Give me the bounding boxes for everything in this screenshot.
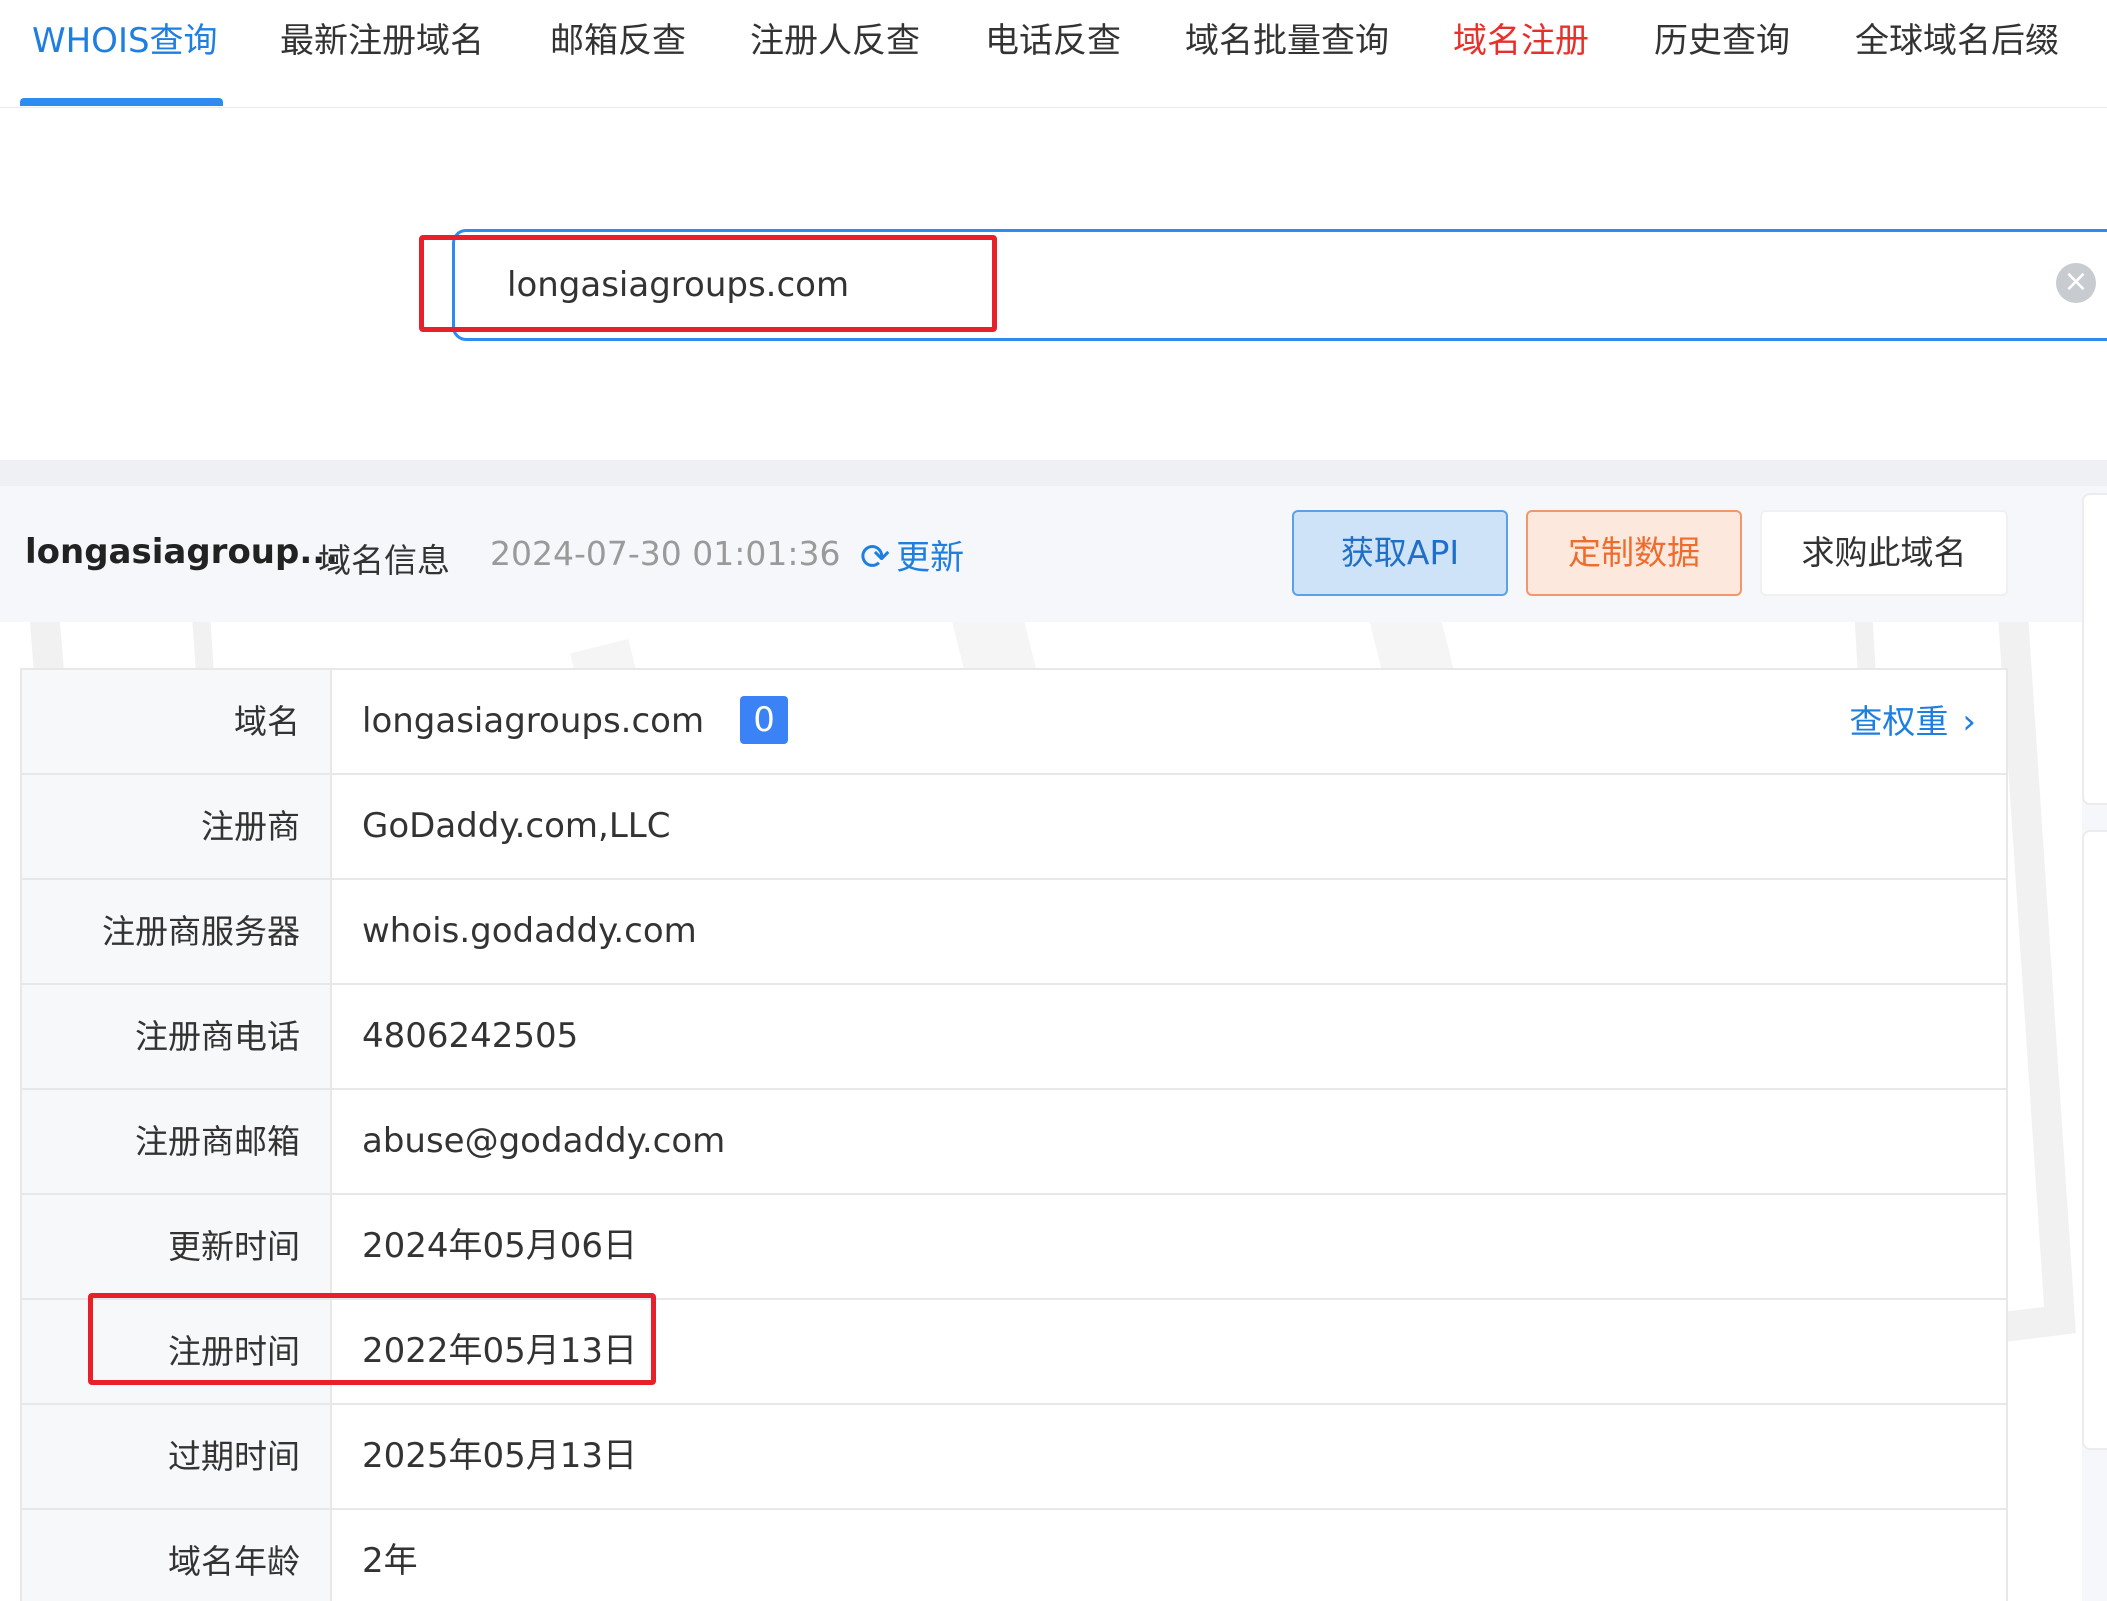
nav-tab-phone-lookup[interactable]: 电话反查 <box>985 10 1121 72</box>
table-row: 注册商电话 4806242505 <box>22 985 2006 1090</box>
row-value: 2022年05月13日 <box>362 1331 638 1371</box>
row-label: 更新时间 <box>22 1195 332 1298</box>
page: WHOIS查询 最新注册域名 邮箱反查 注册人反查 电话反查 域名批量查询 域名… <box>0 0 2107 1601</box>
row-label: 注册商服务器 <box>22 880 332 983</box>
domain-value: longasiagroups.com <box>362 701 705 741</box>
row-value: 4806242505 <box>362 1016 579 1056</box>
row-label: 域名 <box>22 670 332 773</box>
nav-tab-history[interactable]: 历史查询 <box>1654 10 1790 72</box>
table-row: 域名年龄 2年 <box>22 1510 2006 1601</box>
row-value: abuse@godaddy.com <box>362 1121 726 1161</box>
search-input[interactable] <box>507 232 1907 338</box>
buy-domain-button[interactable]: 求购此域名 <box>1760 510 2008 596</box>
top-nav: WHOIS查询 最新注册域名 邮箱反查 注册人反查 电话反查 域名批量查询 域名… <box>0 0 2107 108</box>
check-weight-label: 查权重 <box>1849 702 1949 741</box>
row-label: 注册商邮箱 <box>22 1090 332 1193</box>
search-box[interactable] <box>452 229 2107 341</box>
table-row: 域名 longasiagroups.com 0 查权重 › <box>22 670 2006 775</box>
active-tab-indicator <box>20 98 223 106</box>
row-value: 2024年05月06日 <box>362 1226 638 1266</box>
table-row: 注册商邮箱 abuse@godaddy.com <box>22 1090 2006 1195</box>
section-label: 域名信息 <box>318 541 450 580</box>
row-label: 注册时间 <box>22 1300 332 1403</box>
domain-title: longasiagroup... <box>25 532 339 572</box>
chevron-right-icon: › <box>1962 702 1976 742</box>
refresh-icon: ⟳ <box>860 537 891 578</box>
whois-table: 域名 longasiagroups.com 0 查权重 › 注册商 GoDaddy.… <box>20 668 2008 1601</box>
table-row: 更新时间 2024年05月06日 <box>22 1195 2006 1300</box>
row-value: GoDaddy.com,LLC <box>362 806 671 846</box>
weight-badge[interactable]: 0 <box>740 695 789 744</box>
row-value: 2年 <box>362 1541 418 1581</box>
nav-tab-latest-domains[interactable]: 最新注册域名 <box>280 10 484 72</box>
close-circle-icon[interactable]: × <box>2056 263 2096 303</box>
row-label: 注册商电话 <box>22 985 332 1088</box>
nav-tab-domain-register[interactable]: 域名注册 <box>1453 10 1589 72</box>
section-divider <box>0 460 2107 486</box>
refresh-label: 更新 <box>896 538 965 578</box>
nav-tab-global-suffix[interactable]: 全球域名后缀 <box>1855 10 2059 72</box>
get-api-button[interactable]: 获取API <box>1292 510 1508 596</box>
table-row: 过期时间 2025年05月13日 <box>22 1405 2006 1510</box>
table-row: 注册时间 2022年05月13日 <box>22 1300 2006 1405</box>
row-label: 域名年龄 <box>22 1510 332 1601</box>
row-value: whois.godaddy.com <box>362 911 697 951</box>
right-sidebar-card <box>2082 830 2107 1450</box>
row-label: 过期时间 <box>22 1405 332 1508</box>
check-weight-link[interactable]: 查权重 › <box>1849 670 1976 773</box>
nav-tab-batch-query[interactable]: 域名批量查询 <box>1185 10 1389 72</box>
custom-data-button[interactable]: 定制数据 <box>1526 510 1742 596</box>
table-row: 注册商 GoDaddy.com,LLC <box>22 775 2006 880</box>
query-timestamp: 2024-07-30 01:01:36 <box>490 534 841 573</box>
table-row: 注册商服务器 whois.godaddy.com <box>22 880 2006 985</box>
refresh-button[interactable]: ⟳ 更新 <box>860 530 964 579</box>
nav-tab-whois[interactable]: WHOIS查询 <box>32 10 218 72</box>
row-value: longasiagroups.com 0 <box>362 670 789 773</box>
nav-tab-email-lookup[interactable]: 邮箱反查 <box>550 10 686 72</box>
row-value: 2025年05月13日 <box>362 1436 638 1476</box>
row-label: 注册商 <box>22 775 332 878</box>
nav-tab-registrant-lookup[interactable]: 注册人反查 <box>750 10 920 72</box>
right-sidebar-card <box>2082 493 2107 805</box>
